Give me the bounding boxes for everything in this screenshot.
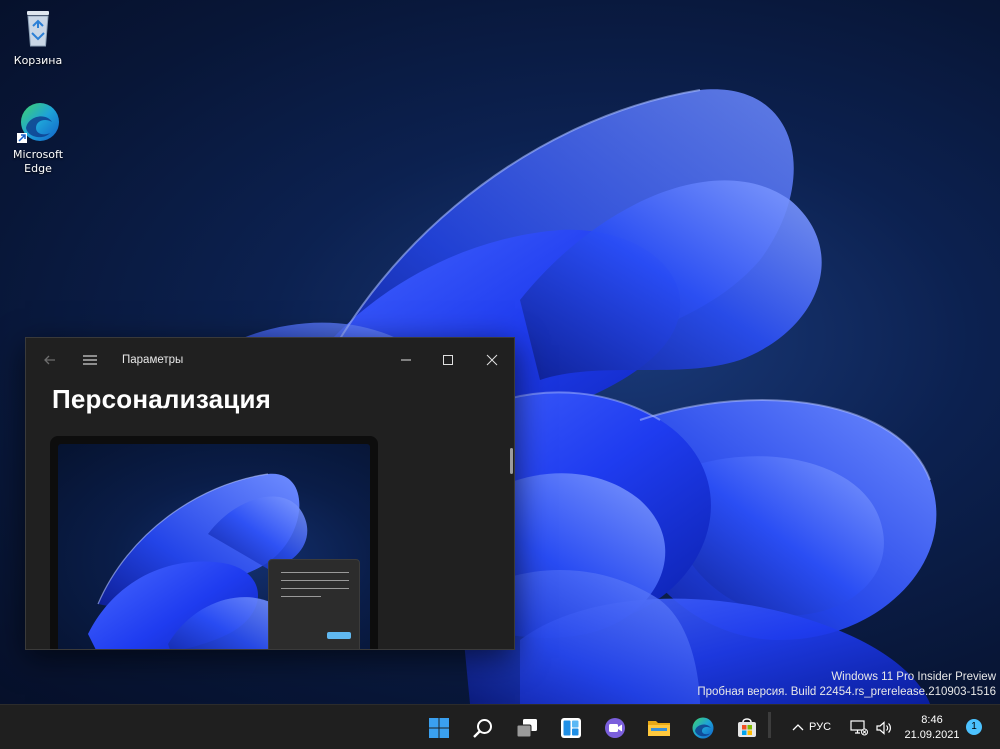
search-icon bbox=[473, 719, 492, 738]
desktop-icon-label: Microsoft Edge bbox=[12, 148, 64, 175]
desktop-icon-recycle-bin[interactable]: Корзина bbox=[2, 6, 74, 68]
build-watermark: Windows 11 Pro Insider Preview Пробная в… bbox=[697, 670, 996, 700]
file-explorer-icon bbox=[648, 721, 670, 736]
preview-text-line bbox=[281, 596, 321, 597]
preview-text-line bbox=[281, 588, 349, 589]
minimize-icon bbox=[401, 359, 411, 361]
edge-icon bbox=[16, 100, 60, 144]
input-language-indicator[interactable]: РУС bbox=[809, 721, 831, 733]
maximize-button[interactable] bbox=[428, 344, 468, 376]
back-button[interactable] bbox=[36, 344, 64, 376]
window-title: Параметры bbox=[122, 354, 184, 366]
notification-center-badge[interactable]: 1 bbox=[966, 719, 982, 735]
hamburger-icon bbox=[83, 355, 97, 365]
desktop-icon-label: Корзина bbox=[13, 54, 63, 67]
minimize-button[interactable] bbox=[386, 344, 426, 376]
preview-window-sample bbox=[268, 559, 360, 649]
taskbar-divider bbox=[768, 712, 771, 738]
volume-button[interactable] bbox=[872, 711, 896, 745]
edge-icon bbox=[692, 717, 714, 739]
network-icon bbox=[850, 720, 868, 736]
page-title: Персонализация bbox=[52, 384, 272, 414]
preview-text-line bbox=[281, 580, 349, 581]
file-explorer-button[interactable] bbox=[641, 711, 677, 745]
close-icon bbox=[486, 354, 498, 366]
scrollbar-thumb[interactable] bbox=[510, 448, 513, 474]
volume-icon bbox=[876, 721, 891, 735]
arrow-left-icon bbox=[44, 355, 55, 365]
desktop-icon-edge[interactable]: Microsoft Edge bbox=[2, 100, 74, 176]
watermark-build: Пробная версия. Build 22454.rs_prereleas… bbox=[697, 686, 996, 698]
chevron-up-icon bbox=[792, 724, 804, 731]
chat-button[interactable] bbox=[597, 711, 633, 745]
clock-date: 21.09.2021 bbox=[904, 729, 960, 741]
preview-text-line bbox=[281, 572, 349, 573]
navigation-menu-button[interactable] bbox=[76, 344, 104, 376]
maximize-icon bbox=[443, 355, 453, 365]
chat-icon bbox=[605, 718, 625, 738]
widgets-button[interactable] bbox=[553, 711, 589, 745]
store-icon bbox=[738, 718, 756, 737]
search-button[interactable] bbox=[465, 711, 501, 745]
taskbar: РУС 8:46 21.09.2021 bbox=[0, 704, 1000, 749]
close-button[interactable] bbox=[472, 344, 512, 376]
widgets-icon bbox=[561, 718, 581, 738]
edge-taskbar-button[interactable] bbox=[685, 711, 721, 745]
task-view-icon bbox=[516, 719, 537, 738]
start-button[interactable] bbox=[421, 711, 457, 745]
network-button[interactable] bbox=[848, 711, 870, 745]
start-icon bbox=[429, 718, 449, 738]
store-button[interactable] bbox=[729, 711, 765, 745]
watermark-edition: Windows 11 Pro Insider Preview bbox=[831, 671, 996, 683]
settings-window[interactable]: Параметры Персонализация bbox=[25, 337, 515, 650]
recycle-bin-icon bbox=[16, 6, 60, 50]
window-titlebar[interactable]: Параметры bbox=[26, 338, 514, 382]
clock[interactable]: 8:46 21.09.2021 bbox=[904, 713, 960, 743]
clock-time: 8:46 bbox=[921, 714, 943, 726]
task-view-button[interactable] bbox=[509, 711, 545, 745]
preview-accent-button bbox=[327, 632, 351, 639]
